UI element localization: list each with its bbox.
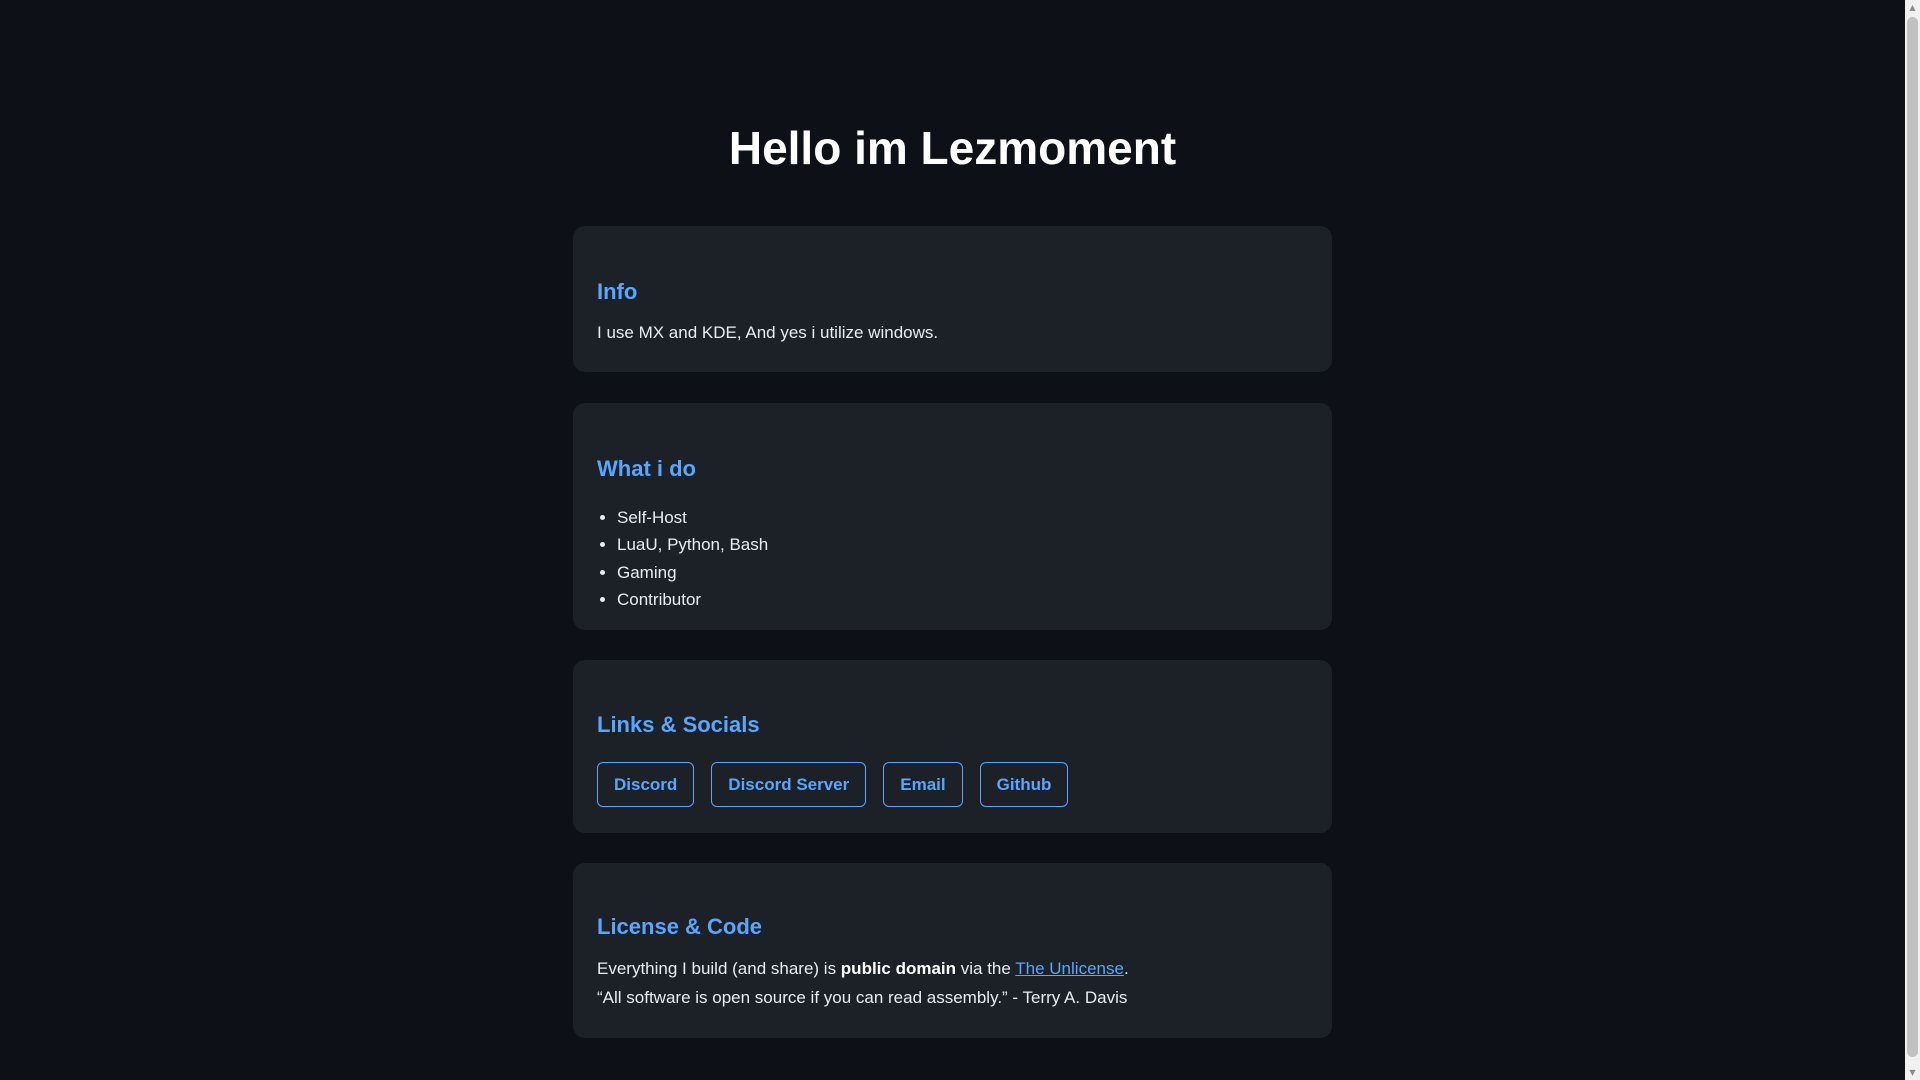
what-i-do-card: What i do Self-Host LuaU, Python, Bash G… [573,403,1332,630]
what-i-do-list: Self-Host LuaU, Python, Bash Gaming Cont… [597,504,768,613]
list-item: Gaming [617,559,768,586]
license-text-mid: via the [956,959,1016,978]
list-item: LuaU, Python, Bash [617,531,768,558]
page: Hello im Lezmoment Info I use MX and KDE… [0,0,1905,1080]
what-i-do-heading: What i do [597,456,696,481]
page-title: Hello im Lezmoment [728,122,1177,174]
info-text: I use MX and KDE, And yes i utilize wind… [597,323,939,342]
triangle-down-icon[interactable]: ▼ [1905,1065,1920,1080]
license-quote: “All software is open source if you can … [597,988,1128,1007]
info-card: Info I use MX and KDE, And yes i utilize… [573,226,1332,372]
scrollbar-thumb[interactable] [1907,17,1918,1057]
discord-server-button[interactable]: Discord Server [711,762,867,807]
email-button[interactable]: Email [883,762,963,807]
links-card: Links & Socials Discord Discord Server E… [573,660,1332,833]
license-text-prefix: Everything I build (and share) is [597,959,841,978]
list-item: Self-Host [617,504,768,531]
list-item: Contributor [617,586,768,613]
links-heading: Links & Socials [597,712,760,737]
license-text-suffix: . [1123,959,1129,978]
license-heading: License & Code [597,914,763,939]
github-button[interactable]: Github [979,762,1069,807]
license-card: License & Code Everything I build (and s… [573,863,1332,1038]
unlicense-link[interactable]: The Unlicense [1015,959,1124,978]
license-text: Everything I build (and share) is public… [597,958,1129,980]
info-heading: Info [597,279,638,304]
vertical-scrollbar[interactable]: ▲ ▼ [1905,0,1920,1080]
license-bold-text: public domain [840,959,957,978]
links-button-row: Discord Discord Server Email Github [597,762,1069,807]
discord-button[interactable]: Discord [597,762,695,807]
triangle-up-icon[interactable]: ▲ [1905,0,1920,15]
